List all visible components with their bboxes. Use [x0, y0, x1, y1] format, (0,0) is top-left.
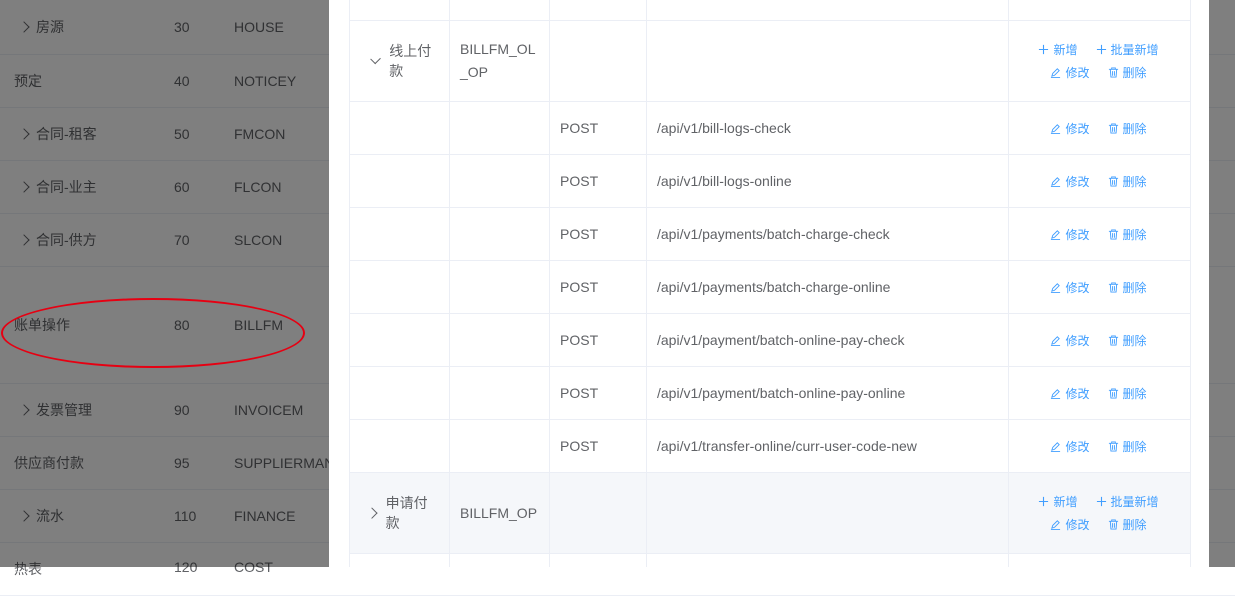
table-row[interactable]: POST /api/v1/bill-logs-check 修改 删除 — [350, 102, 1190, 155]
method-cell: POST — [550, 367, 647, 419]
path-cell: /api/v1/payment/batch-online-pay-online — [647, 367, 1009, 419]
edit-icon — [1051, 335, 1061, 346]
edit-button[interactable]: 修改 — [1050, 438, 1090, 455]
table-row[interactable]: POST /api/v1/payments/batch-charge-check… — [350, 208, 1190, 261]
delete-button[interactable]: 删除 — [1108, 226, 1147, 243]
edit-button[interactable]: 修改 — [1050, 173, 1090, 190]
delete-button[interactable]: 删除 — [1108, 332, 1147, 349]
edit-button[interactable]: 修改 — [1050, 279, 1090, 296]
trash-icon — [1108, 519, 1118, 530]
table-row[interactable]: POST /api/v1/payment/batch-online-pay-ch… — [350, 314, 1190, 367]
plus-icon — [1039, 44, 1049, 55]
path-cell: /api/v1/payments/batch-charge-check — [647, 208, 1009, 260]
method-cell: POST — [550, 314, 647, 366]
edit-button[interactable]: 修改 — [1050, 226, 1090, 243]
chevron-right-icon[interactable] — [366, 507, 378, 519]
path-cell: /api/v1/payment/batch-online-pay-check — [647, 314, 1009, 366]
trash-icon — [1108, 122, 1118, 134]
path-cell: /api/v1/transfer-online/curr-user-code-n… — [647, 420, 1009, 472]
table-row[interactable]: POST /api/v1/payments/batch-charge-onlin… — [350, 261, 1190, 314]
trash-icon — [1108, 175, 1118, 187]
group-row-apply-payment[interactable]: 申请付款 BILLFM_OP 新增 批量新增 修改 删除 — [350, 473, 1190, 554]
add-button[interactable]: 新增 — [1038, 493, 1078, 510]
path-cell: /api/v1/payments/batch-charge-online — [647, 261, 1009, 313]
table-row — [350, 0, 1190, 21]
edit-icon — [1051, 520, 1061, 530]
table-row[interactable]: POST /api/v1/transfer-online/curr-user-c… — [350, 420, 1190, 473]
delete-button[interactable]: 删除 — [1108, 385, 1147, 402]
method-cell: POST — [550, 102, 647, 154]
plus-icon — [1039, 496, 1049, 507]
table-row[interactable]: POST /api/v1/payment/batch-online-pay-on… — [350, 367, 1190, 420]
trash-icon — [1108, 281, 1118, 293]
group-name: 线上付款 — [389, 43, 432, 79]
edit-icon — [1051, 229, 1061, 240]
edit-icon — [1051, 68, 1061, 78]
delete-button[interactable]: 删除 — [1108, 438, 1147, 455]
trash-icon — [1108, 334, 1118, 346]
edit-button[interactable]: 修改 — [1050, 64, 1090, 81]
edit-icon — [1051, 388, 1061, 399]
trash-icon — [1108, 67, 1118, 78]
method-cell: POST — [550, 208, 647, 260]
api-table: 线上付款 BILLFM_OL_OP 新增 批量新增 修改 删除 POST /ap… — [349, 0, 1191, 567]
table-row[interactable]: POST /api/v1/bill-logs-online 修改 删除 — [350, 155, 1190, 208]
trash-icon — [1108, 228, 1118, 240]
method-cell: POST — [550, 155, 647, 207]
add-button[interactable]: 新增 — [1038, 41, 1078, 58]
edit-button[interactable]: 修改 — [1050, 516, 1090, 533]
edit-button[interactable]: 修改 — [1050, 385, 1090, 402]
edit-icon — [1051, 441, 1061, 452]
batch-add-button[interactable]: 批量新增 — [1096, 493, 1159, 510]
plus-icon — [1096, 496, 1106, 507]
api-dialog: 线上付款 BILLFM_OL_OP 新增 批量新增 修改 删除 POST /ap… — [329, 0, 1209, 567]
group-code: BILLFM_OL_OP — [460, 41, 536, 80]
method-cell: POST — [550, 420, 647, 472]
edit-icon — [1051, 176, 1061, 187]
table-row — [350, 554, 1190, 567]
group-row-online-payment[interactable]: 线上付款 BILLFM_OL_OP 新增 批量新增 修改 删除 — [350, 21, 1190, 102]
path-cell: /api/v1/bill-logs-online — [647, 155, 1009, 207]
delete-button[interactable]: 删除 — [1108, 279, 1147, 296]
edit-button[interactable]: 修改 — [1050, 332, 1090, 349]
trash-icon — [1108, 387, 1118, 399]
edit-icon — [1051, 123, 1061, 134]
edit-button[interactable]: 修改 — [1050, 120, 1090, 137]
trash-icon — [1108, 440, 1118, 452]
path-cell: /api/v1/bill-logs-check — [647, 102, 1009, 154]
delete-button[interactable]: 删除 — [1108, 516, 1147, 533]
red-annotation-ellipse — [1, 298, 305, 368]
group-code: BILLFM_OP — [460, 505, 538, 521]
edit-icon — [1051, 282, 1061, 293]
plus-icon — [1096, 44, 1106, 55]
delete-button[interactable]: 删除 — [1108, 173, 1147, 190]
delete-button[interactable]: 删除 — [1108, 64, 1147, 81]
chevron-down-icon[interactable] — [370, 53, 381, 65]
batch-add-button[interactable]: 批量新增 — [1096, 41, 1159, 58]
method-cell: POST — [550, 261, 647, 313]
delete-button[interactable]: 删除 — [1108, 120, 1147, 137]
group-name: 申请付款 — [385, 495, 428, 531]
